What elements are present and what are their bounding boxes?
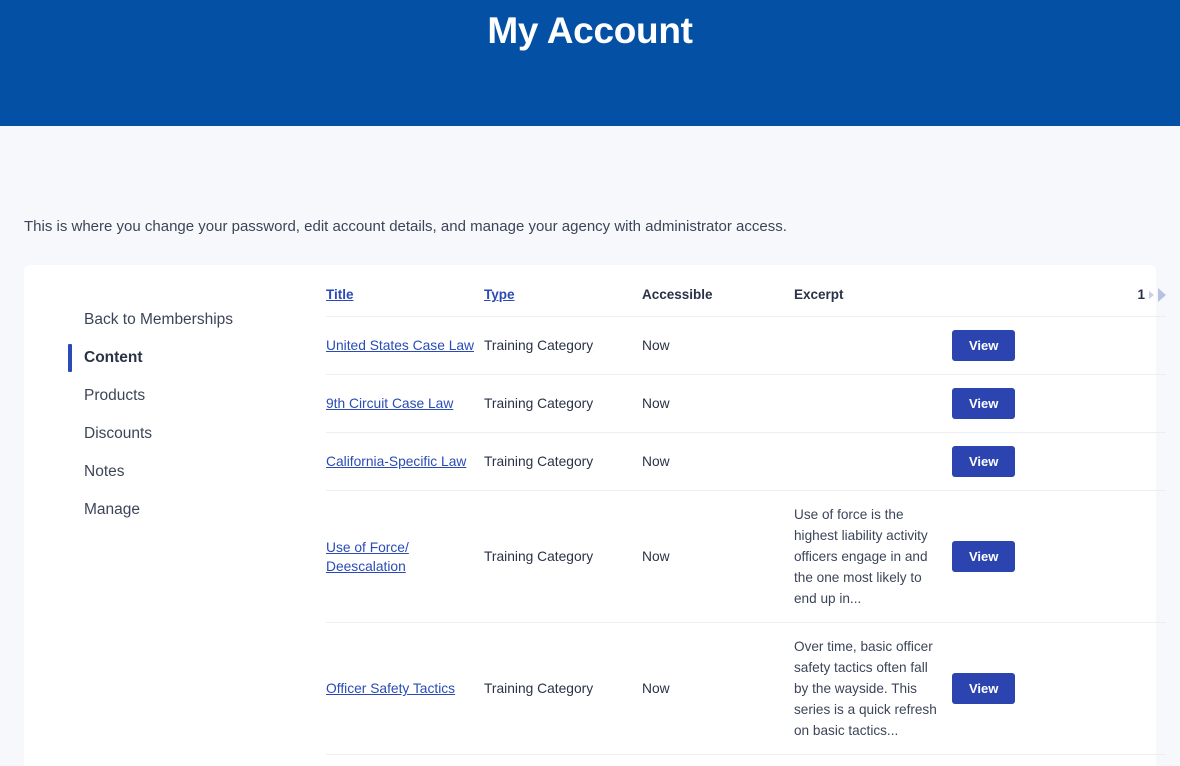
cell-action: View [952,317,1104,375]
view-button[interactable]: View [952,446,1015,477]
cell-type: Training Category [484,755,642,766]
cell-type: Training Category [484,623,642,755]
cell-action: View [952,755,1104,766]
cell-action: View [952,491,1104,623]
cell-excerpt: This series covers laws and principles t… [794,755,952,766]
table-row: Use of Force/ Deescalation Training Cate… [326,491,1166,623]
cell-title: Officer Safety Tactics [326,623,484,755]
content-title-link[interactable]: California-Specific Law [326,454,466,469]
sidebar-item-label: Back to Memberships [84,311,233,329]
column-header-accessible: Accessible [642,287,794,317]
sidebar-item-label: Discounts [84,425,152,443]
content-table-wrapper: Title Type Accessible Excerpt 1 [326,287,1180,766]
cell-type: Training Category [484,491,642,623]
cell-accessible: Now [642,317,794,375]
view-button[interactable]: View [952,388,1015,419]
cell-accessible: Now [642,623,794,755]
pagination-control: 1 [1137,287,1166,302]
account-card: Back to Memberships Content Products Dis… [24,265,1156,766]
table-row: Custody Training Category Now This serie… [326,755,1166,766]
page-title: My Account [487,8,692,54]
view-button[interactable]: View [952,541,1015,572]
content-title-link[interactable]: Use of Force/ Deescalation [326,540,409,574]
sidebar-item-manage[interactable]: Manage [68,491,326,529]
sidebar-item-label: Notes [84,463,125,481]
column-header-pagination: 1 [1104,287,1166,317]
cell-excerpt: Over time, basic officer safety tactics … [794,623,952,755]
content-title-link[interactable]: United States Case Law [326,338,474,353]
pagination-current-page: 1 [1137,287,1145,302]
cell-accessible: Now [642,755,794,766]
cell-action: View [952,623,1104,755]
content-title-link[interactable]: 9th Circuit Case Law [326,396,453,411]
sidebar-item-label: Manage [84,501,140,519]
cell-accessible: Now [642,375,794,433]
sort-link-type[interactable]: Type [484,287,515,302]
table-header-row: Title Type Accessible Excerpt 1 [326,287,1166,317]
sidebar-item-notes[interactable]: Notes [68,453,326,491]
cell-title: 9th Circuit Case Law [326,375,484,433]
intro-text: This is where you change your password, … [24,217,1180,237]
cell-pagination-spacer [1104,317,1166,375]
table-row: Officer Safety Tactics Training Category… [326,623,1166,755]
column-header-excerpt: Excerpt [794,287,952,317]
triangle-right-small-icon[interactable] [1149,291,1154,299]
cell-excerpt: Use of force is the highest liability ac… [794,491,952,623]
sidebar-item-label: Products [84,387,145,405]
triangle-right-large-icon[interactable] [1158,288,1166,302]
column-header-type: Type [484,287,642,317]
cell-type: Training Category [484,433,642,491]
cell-title: Use of Force/ Deescalation [326,491,484,623]
cell-pagination-spacer [1104,623,1166,755]
cell-accessible: Now [642,491,794,623]
cell-type: Training Category [484,317,642,375]
sidebar-item-back-to-memberships[interactable]: Back to Memberships [68,301,326,339]
cell-excerpt [794,317,952,375]
sidebar-item-label: Content [84,349,143,367]
view-button[interactable]: View [952,673,1015,704]
sort-link-title[interactable]: Title [326,287,354,302]
table-row: California-Specific Law Training Categor… [326,433,1166,491]
page-banner: My Account [0,0,1180,126]
column-header-action [952,287,1104,317]
cell-pagination-spacer [1104,375,1166,433]
column-header-title: Title [326,287,484,317]
cell-action: View [952,433,1104,491]
cell-pagination-spacer [1104,491,1166,623]
view-button[interactable]: View [952,330,1015,361]
cell-pagination-spacer [1104,433,1166,491]
sidebar-item-discounts[interactable]: Discounts [68,415,326,453]
cell-type: Training Category [484,375,642,433]
content-table: Title Type Accessible Excerpt 1 [326,287,1166,766]
cell-title: Custody [326,755,484,766]
content-table-body: United States Case Law Training Category… [326,317,1166,766]
cell-accessible: Now [642,433,794,491]
content-title-link[interactable]: Officer Safety Tactics [326,681,455,696]
table-row: 9th Circuit Case Law Training Category N… [326,375,1166,433]
sidebar-item-content[interactable]: Content [68,339,326,377]
cell-action: View [952,375,1104,433]
cell-pagination-spacer [1104,755,1166,766]
content-table-head: Title Type Accessible Excerpt 1 [326,287,1166,317]
cell-excerpt [794,433,952,491]
cell-excerpt [794,375,952,433]
table-row: United States Case Law Training Category… [326,317,1166,375]
cell-title: United States Case Law [326,317,484,375]
cell-title: California-Specific Law [326,433,484,491]
sidebar-item-products[interactable]: Products [68,377,326,415]
account-sidebar: Back to Memberships Content Products Dis… [24,287,326,766]
